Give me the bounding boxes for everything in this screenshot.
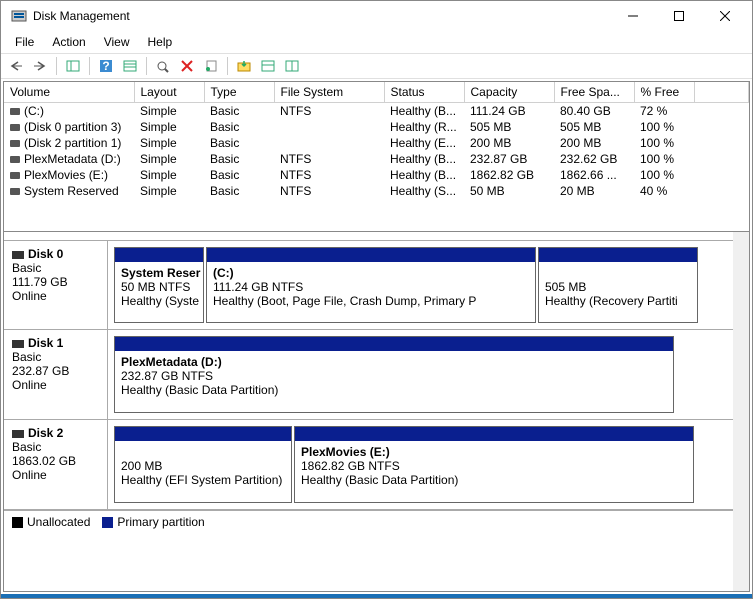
volume-icon — [10, 156, 20, 163]
disk-header[interactable]: Disk 1Basic232.87 GBOnline — [4, 330, 108, 419]
partition-group: 200 MBHealthy (EFI System Partition)Plex… — [108, 420, 749, 509]
disk-graphical-view: Disk 0Basic111.79 GBOnlineSystem Reser50… — [4, 232, 749, 591]
disk-icon — [12, 430, 24, 438]
partition[interactable]: 505 MBHealthy (Recovery Partiti — [538, 247, 698, 323]
minimize-button[interactable] — [610, 1, 656, 31]
titlebar: Disk Management — [1, 1, 752, 31]
table-row[interactable]: (C:)SimpleBasicNTFSHealthy (B...111.24 G… — [4, 103, 749, 120]
help-button[interactable]: ? — [95, 55, 117, 77]
toolbar-separator — [146, 57, 147, 75]
action3-button[interactable] — [281, 55, 303, 77]
volume-icon — [10, 108, 20, 115]
menu-help[interactable]: Help — [140, 33, 181, 51]
volume-icon — [10, 140, 20, 147]
content-pane: Volume Layout Type File System Status Ca… — [3, 81, 750, 592]
toolbar-separator — [56, 57, 57, 75]
partition[interactable]: PlexMetadata (D:)232.87 GB NTFSHealthy (… — [114, 336, 674, 413]
toolbar-separator — [89, 57, 90, 75]
disk-header[interactable]: Disk 0Basic111.79 GBOnline — [4, 241, 108, 329]
back-button[interactable] — [5, 55, 27, 77]
toolbar-separator — [227, 57, 228, 75]
volume-icon — [10, 172, 20, 179]
action2-button[interactable] — [257, 55, 279, 77]
disk-row: Disk 2Basic1863.02 GBOnline 200 MBHealth… — [4, 420, 749, 510]
disk-header[interactable]: Disk 2Basic1863.02 GBOnline — [4, 420, 108, 509]
menu-view[interactable]: View — [96, 33, 138, 51]
partition[interactable]: PlexMovies (E:)1862.82 GB NTFSHealthy (B… — [294, 426, 694, 503]
partition-header-bar — [207, 248, 535, 262]
partition[interactable]: 200 MBHealthy (EFI System Partition) — [114, 426, 292, 503]
app-icon — [11, 8, 27, 24]
action1-button[interactable] — [233, 55, 255, 77]
menu-file[interactable]: File — [7, 33, 42, 51]
settings-button[interactable] — [119, 55, 141, 77]
legend-swatch-primary — [102, 517, 113, 528]
window-title: Disk Management — [33, 9, 610, 23]
partition-header-bar — [115, 248, 203, 262]
partition-header-bar — [539, 248, 697, 262]
col-fs[interactable]: File System — [274, 82, 384, 103]
partition-header-bar — [295, 427, 693, 441]
disk-icon — [12, 251, 24, 259]
show-hide-button[interactable] — [62, 55, 84, 77]
volume-icon — [10, 188, 20, 195]
partition-header-bar — [115, 337, 673, 351]
close-button[interactable] — [702, 1, 748, 31]
disk-icon — [12, 340, 24, 348]
legend-swatch-unallocated — [12, 517, 23, 528]
col-free[interactable]: Free Spa... — [554, 82, 634, 103]
volume-list[interactable]: Volume Layout Type File System Status Ca… — [4, 82, 749, 232]
disk-row: Disk 1Basic232.87 GBOnlinePlexMetadata (… — [4, 330, 749, 420]
volume-icon — [10, 124, 20, 131]
refresh-button[interactable] — [152, 55, 174, 77]
partition[interactable]: System Reser50 MB NTFSHealthy (Syste — [114, 247, 204, 323]
menubar: File Action View Help — [1, 31, 752, 53]
col-capacity[interactable]: Capacity — [464, 82, 554, 103]
properties-button[interactable] — [200, 55, 222, 77]
svg-text:?: ? — [102, 59, 109, 73]
legend-unallocated: Unallocated — [12, 515, 90, 529]
toolbar: ? — [1, 53, 752, 79]
partition[interactable]: (C:)111.24 GB NTFSHealthy (Boot, Page Fi… — [206, 247, 536, 323]
bottom-accent-bar — [1, 594, 752, 598]
col-type[interactable]: Type — [204, 82, 274, 103]
table-row[interactable]: (Disk 0 partition 3)SimpleBasicHealthy (… — [4, 119, 749, 135]
partition-header-bar — [115, 427, 291, 441]
legend: Unallocated Primary partition — [4, 510, 749, 533]
col-layout[interactable]: Layout — [134, 82, 204, 103]
partition-group: PlexMetadata (D:)232.87 GB NTFSHealthy (… — [108, 330, 749, 419]
table-row[interactable]: System ReservedSimpleBasicNTFSHealthy (S… — [4, 183, 749, 199]
maximize-button[interactable] — [656, 1, 702, 31]
forward-button[interactable] — [29, 55, 51, 77]
col-pctfree[interactable]: % Free — [634, 82, 694, 103]
table-header-row: Volume Layout Type File System Status Ca… — [4, 82, 749, 103]
table-row[interactable]: PlexMetadata (D:)SimpleBasicNTFSHealthy … — [4, 151, 749, 167]
table-row[interactable]: (Disk 2 partition 1)SimpleBasicHealthy (… — [4, 135, 749, 151]
delete-button[interactable] — [176, 55, 198, 77]
col-volume[interactable]: Volume — [4, 82, 134, 103]
legend-primary: Primary partition — [102, 515, 204, 529]
menu-action[interactable]: Action — [44, 33, 93, 51]
col-status[interactable]: Status — [384, 82, 464, 103]
table-row[interactable]: PlexMovies (E:)SimpleBasicNTFSHealthy (B… — [4, 167, 749, 183]
partition-group: System Reser50 MB NTFSHealthy (Syste(C:)… — [108, 241, 749, 329]
col-blank[interactable] — [694, 82, 749, 103]
vertical-scrollbar[interactable] — [733, 232, 749, 591]
disk-row: Disk 0Basic111.79 GBOnlineSystem Reser50… — [4, 240, 749, 330]
